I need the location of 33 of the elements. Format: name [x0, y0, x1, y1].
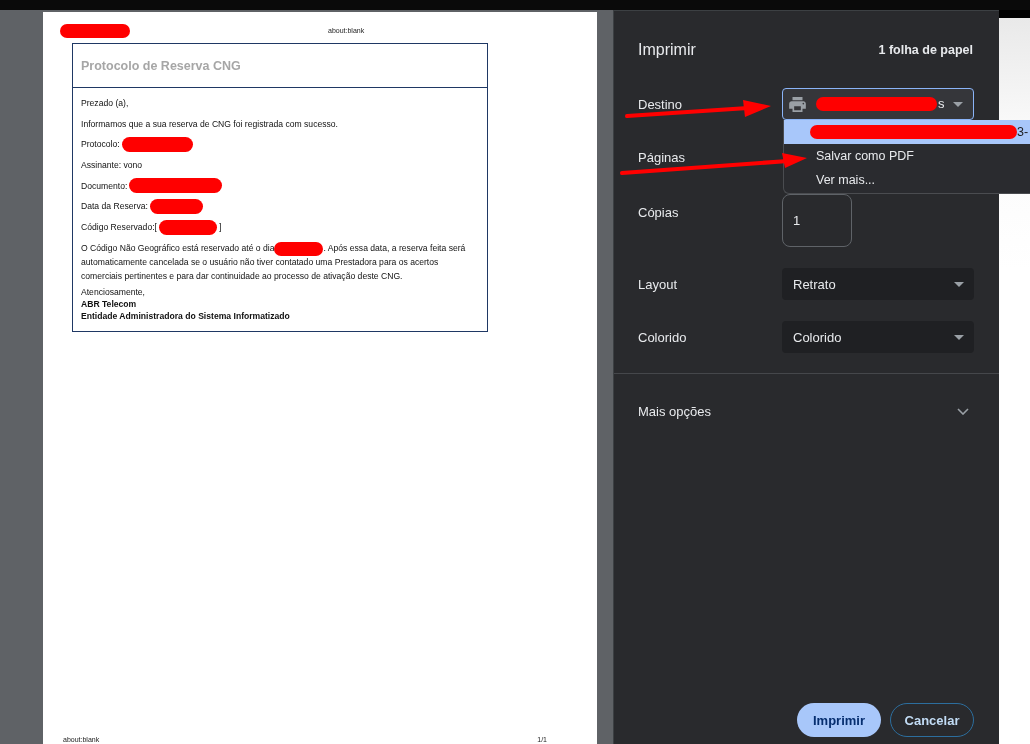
caret-icon: [954, 281, 964, 287]
setting-label: Cópias: [638, 205, 679, 220]
setting-label: Páginas: [638, 149, 685, 165]
field-bracket: ]: [218, 221, 222, 235]
dropdown-select[interactable]: Colorido: [782, 321, 974, 353]
field-label: Data da Reserva:: [81, 200, 148, 214]
field-label: Protocolo:: [81, 138, 120, 152]
signature-text: ABR Telecom: [81, 297, 137, 310]
setting-label: Destino: [638, 96, 683, 112]
document-text: Assinante: vono: [81, 159, 143, 173]
menu-item[interactable]: Ver mais...: [816, 168, 876, 192]
setting-label: Layout: [638, 276, 678, 292]
closing-text: Atenciosamente,: [81, 285, 145, 298]
caret-icon: [953, 101, 963, 107]
copies-field[interactable]: 1: [782, 194, 852, 247]
notice-paragraph: O Código Não Geográfico está reservado até o dia . Após essa data, a reserva feita será automaticamente cancelada se o usuário não tiver contatado uma Prestadora para os acertos comerciais pertinentes e para dar continuidade ao processo de ativação deste CNG.: [81, 240, 467, 283]
more-options-toggle[interactable]: Mais opções: [614, 374, 999, 448]
destination-select[interactable]: s: [782, 88, 974, 120]
menu-item[interactable]: 3-: [784, 120, 1030, 144]
menu-item[interactable]: Salvar como PDF: [816, 144, 914, 168]
panel-title: Imprimir: [638, 40, 696, 59]
setting-label: Colorido: [638, 329, 687, 345]
document-text: Prezado (a),: [81, 97, 129, 110]
field-label: Código Reservado:[: [81, 221, 157, 235]
caret-icon: [954, 334, 964, 340]
printer-icon: [789, 96, 806, 112]
dropdown-select[interactable]: Retrato: [782, 268, 974, 300]
signature-text: Entidade Administradora do Sistema Informatizado: [81, 309, 290, 322]
sheet-count: 1 folha de papel: [878, 42, 973, 57]
document-text: Informamos que a sua reserva de CNG foi registrada com sucesso.: [81, 117, 338, 131]
document-title: Protocolo de Reserva CNG: [81, 58, 241, 73]
field-label: Documento:: [81, 179, 128, 193]
print-button[interactable]: Imprimir: [797, 703, 881, 737]
